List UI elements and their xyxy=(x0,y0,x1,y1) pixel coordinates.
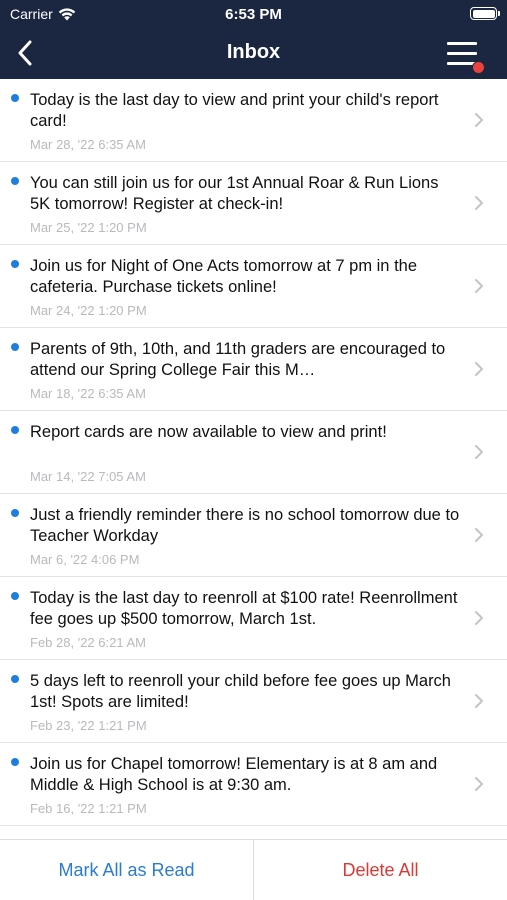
message-date: Mar 24, '22 1:20 PM xyxy=(30,303,147,318)
message-row[interactable]: Today is the last day to view and print … xyxy=(0,79,507,162)
notification-badge xyxy=(472,61,485,74)
message-date: Feb 16, '22 1:21 PM xyxy=(30,801,147,816)
message-row[interactable]: Join us for Night of One Acts tomorrow a… xyxy=(0,245,507,328)
message-row[interactable]: You can still join us for our 1st Annual… xyxy=(0,162,507,245)
delete-all-button[interactable]: Delete All xyxy=(254,840,507,900)
status-bar: Carrier 6:53 PM xyxy=(0,0,507,28)
message-date: Mar 14, '22 7:05 AM xyxy=(30,469,146,484)
unread-dot-icon xyxy=(11,509,19,517)
action-bar: Mark All as Read Delete All xyxy=(0,839,507,900)
message-date: Feb 23, '22 1:21 PM xyxy=(30,718,147,733)
mark-all-read-button[interactable]: Mark All as Read xyxy=(0,840,254,900)
chevron-right-icon xyxy=(475,777,483,791)
message-text: Parents of 9th, 10th, and 11th graders a… xyxy=(30,340,446,379)
message-row[interactable]: Just a friendly reminder there is no sch… xyxy=(0,494,507,577)
header: Carrier 6:53 PM Inbox xyxy=(0,0,507,79)
unread-dot-icon xyxy=(11,592,19,600)
message-row[interactable]: Join us for Chapel tomorrow! Elementary … xyxy=(0,743,507,826)
chevron-right-icon xyxy=(475,196,483,210)
message-date: Mar 6, '22 4:06 PM xyxy=(30,552,140,567)
message-date: Mar 18, '22 6:35 AM xyxy=(30,386,146,401)
message-date: Mar 28, '22 6:35 AM xyxy=(30,137,146,152)
clock: 6:53 PM xyxy=(225,6,282,23)
unread-dot-icon xyxy=(11,177,19,185)
chevron-right-icon xyxy=(475,113,483,127)
chevron-right-icon xyxy=(475,445,483,459)
message-row[interactable]: Today is the last day to reenroll at $10… xyxy=(0,577,507,660)
message-text: Today is the last day to view and print … xyxy=(30,91,439,130)
unread-dot-icon xyxy=(11,94,19,102)
page-title: Inbox xyxy=(226,41,281,63)
unread-dot-icon xyxy=(11,675,19,683)
menu-button[interactable] xyxy=(445,40,485,74)
unread-dot-icon xyxy=(11,260,19,268)
message-text: You can still join us for our 1st Annual… xyxy=(30,174,439,213)
message-date: Mar 25, '22 1:20 PM xyxy=(30,220,147,235)
unread-dot-icon xyxy=(11,426,19,434)
unread-dot-icon xyxy=(11,758,19,766)
message-row[interactable]: Parents of 9th, 10th, and 11th graders a… xyxy=(0,328,507,411)
battery-icon xyxy=(470,7,500,20)
message-text: Join us for Chapel tomorrow! Elementary … xyxy=(30,755,438,794)
message-text: Today is the last day to reenroll at $10… xyxy=(30,589,458,628)
chevron-right-icon xyxy=(475,279,483,293)
message-text: Just a friendly reminder there is no sch… xyxy=(30,506,460,545)
chevron-right-icon xyxy=(475,694,483,708)
message-text: Report cards are now available to view a… xyxy=(30,423,387,441)
chevron-right-icon xyxy=(475,362,483,376)
message-text: 5 days left to reenroll your child befor… xyxy=(30,672,451,711)
navigation-bar: Inbox xyxy=(0,28,507,79)
message-list: Today is the last day to view and print … xyxy=(0,79,507,839)
unread-dot-icon xyxy=(11,343,19,351)
message-text: Join us for Night of One Acts tomorrow a… xyxy=(30,257,418,296)
chevron-right-icon xyxy=(475,611,483,625)
message-date: Feb 28, '22 6:21 AM xyxy=(30,635,146,650)
chevron-right-icon xyxy=(475,528,483,542)
message-row[interactable]: 5 days left to reenroll your child befor… xyxy=(0,660,507,743)
message-row[interactable]: Report cards are now available to view a… xyxy=(0,411,507,494)
